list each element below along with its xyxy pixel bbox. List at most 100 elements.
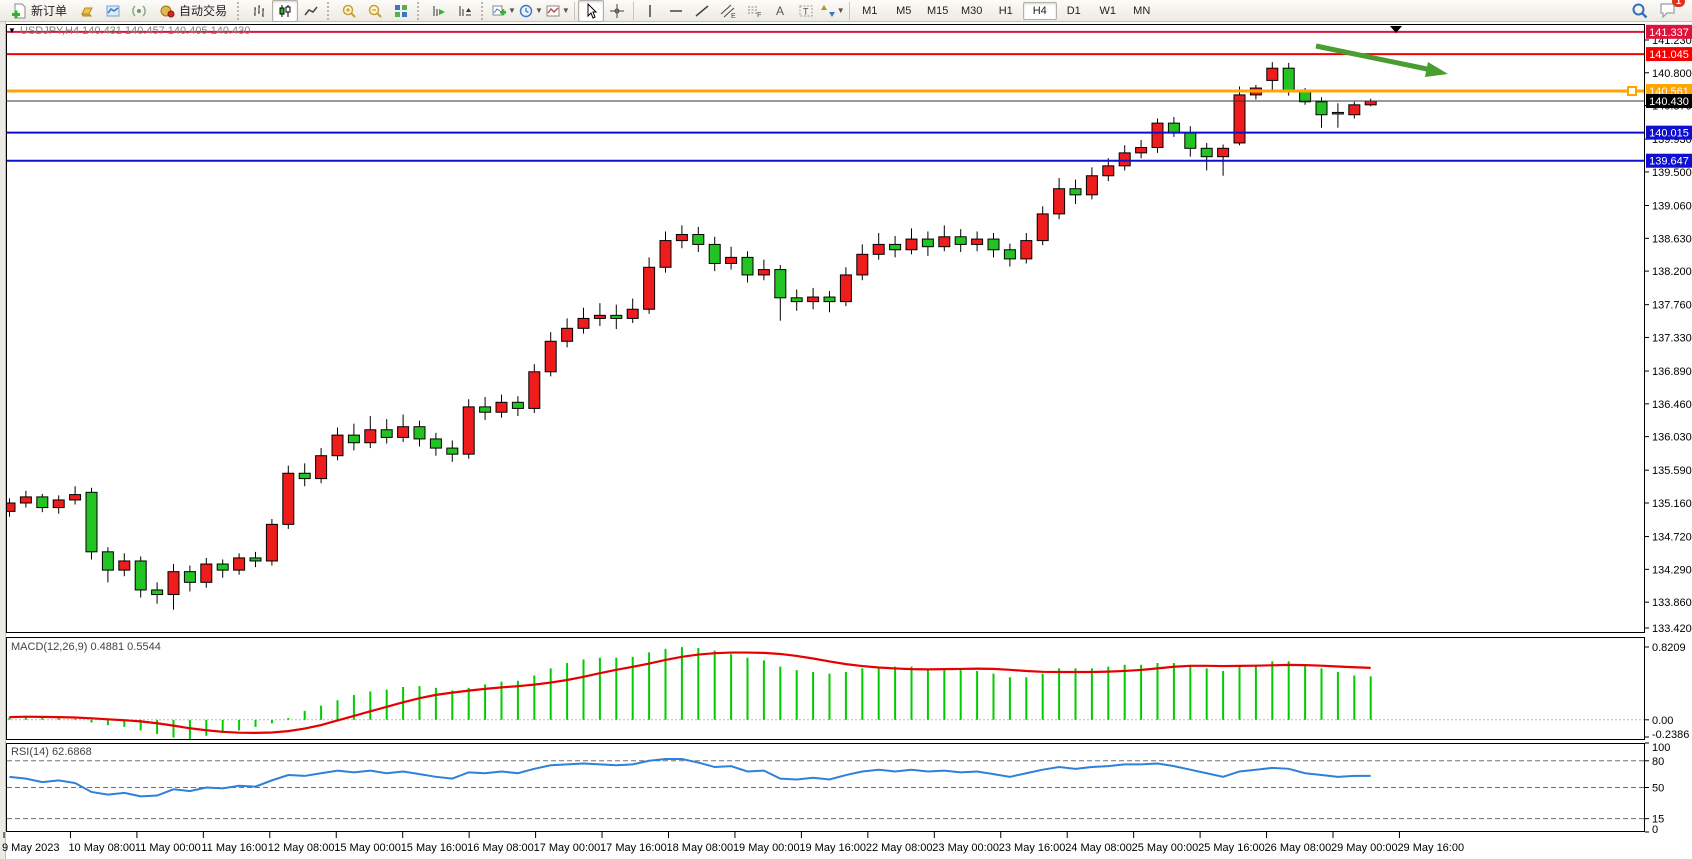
svg-text:E: E [731,13,736,19]
cursor-icon [583,3,599,19]
trendline-button[interactable] [689,0,715,22]
price-tick-label: 137.330 [1652,332,1692,344]
toolbar-grip [237,2,243,20]
time-axis-label: 23 May 00:00 [932,842,999,854]
signal-button[interactable] [126,0,152,22]
candlestick-chart-button[interactable] [272,0,298,22]
time-axis-label: 10 May 08:00 [68,842,135,854]
market-window-icon [105,3,121,19]
price-tick-label: 138.200 [1652,266,1692,278]
timeframe-h1[interactable]: H1 [989,2,1023,20]
timeframe-h4[interactable]: H4 [1023,2,1057,20]
new-order-icon [11,3,27,19]
chat-button[interactable]: 1 [1659,1,1678,21]
rsi-axis-label: 50 [1652,783,1664,795]
time-axis-label: 16 May 08:00 [467,842,534,854]
zoom-in-button[interactable] [336,0,362,22]
text-button[interactable]: A [767,0,793,22]
auto-scroll-button[interactable] [426,0,452,22]
timeframe-w1[interactable]: W1 [1091,2,1125,20]
macd-axis-label: -0.2386 [1652,729,1689,741]
time-axis-label: 17 May 16:00 [600,842,667,854]
price-badge-label: 140.430 [1649,96,1689,108]
line-chart-button[interactable] [298,0,324,22]
arrows-icon [820,3,836,19]
time-axis-label: 26 May 08:00 [1265,842,1332,854]
tile-windows-button[interactable] [388,0,414,22]
price-badge-label: 141.045 [1649,49,1689,61]
price-tick-label: 137.760 [1652,300,1692,312]
chart-title: USDJPY,H4 140.431 140.457 140.405 140.43… [20,25,250,37]
autotrading-label: 自动交易 [179,2,227,19]
macd-indicator-label: MACD(12,26,9) 0.4881 0.5544 [11,641,161,653]
equidistant-channel-button[interactable]: E [715,0,741,22]
zoom-in-icon [341,3,357,19]
time-axis-label: 22 May 08:00 [866,842,933,854]
toolbar-separator [574,2,575,20]
cursor-button[interactable] [578,0,604,22]
vertical-line-button[interactable] [637,0,663,22]
indicators-button[interactable]: ▼ [490,0,517,22]
price-badge-label: 140.015 [1649,128,1689,140]
crosshair-button[interactable] [604,0,630,22]
text-icon: A [772,3,788,19]
toolbar-grip [327,2,333,20]
search-icon[interactable] [1631,2,1649,20]
macd-axis-label: 0.8209 [1652,642,1686,654]
trend-arrow[interactable] [1316,46,1427,69]
bar-chart-button[interactable] [246,0,272,22]
periods-button[interactable]: ▼ [517,0,544,22]
rsi-axis-label: 80 [1652,756,1664,768]
price-tick-label: 135.590 [1652,465,1692,477]
svg-text:F: F [757,12,761,19]
time-axis-label: 18 May 08:00 [667,842,734,854]
timeframe-mn[interactable]: MN [1125,2,1159,20]
trendline-icon [694,3,710,19]
templates-icon [545,3,561,19]
fibonacci-button[interactable]: F [741,0,767,22]
chart-title-caret-icon[interactable]: ▼ [8,26,16,35]
gold-bar-button[interactable] [74,0,100,22]
periods-clock-icon [518,3,534,19]
chevron-down-icon: ▼ [535,6,543,15]
autotrading-button[interactable]: 自动交易 [152,0,234,22]
timeframe-m30[interactable]: M30 [955,2,989,20]
price-tick-label: 138.630 [1652,233,1692,245]
chart-shift-button[interactable] [452,0,478,22]
market-window-button[interactable] [100,0,126,22]
time-axis-label: 25 May 16:00 [1198,842,1265,854]
text-label-icon: T [798,3,814,19]
price-tick-label: 139.060 [1652,201,1692,213]
timeframe-m15[interactable]: M15 [921,2,955,20]
price-badge-label: 141.337 [1649,27,1689,39]
vertical-line-icon [642,3,658,19]
price-tick-label: 135.160 [1652,498,1692,510]
price-tick-label: 140.800 [1652,68,1692,80]
toolbar-grip [481,2,487,20]
toolbar-separator [849,2,850,20]
time-axis-label: 15 May 00:00 [334,842,401,854]
time-axis-label: 19 May 00:00 [733,842,800,854]
timeframe-d1[interactable]: D1 [1057,2,1091,20]
svg-text:T: T [803,6,809,16]
arrows-button[interactable]: ▼ [819,0,846,22]
timeframe-m5[interactable]: M5 [887,2,921,20]
horizontal-line-button[interactable] [663,0,689,22]
time-axis-label: 19 May 16:00 [799,842,866,854]
templates-button[interactable]: ▼ [544,0,571,22]
time-axis-label: 11 May 00:00 [135,842,201,854]
time-axis-label: 9 May 2023 [2,842,59,854]
price-badge-label: 139.647 [1649,156,1689,168]
price-tick-label: 136.460 [1652,399,1692,411]
time-axis-label: 23 May 16:00 [999,842,1066,854]
trend-arrow-head[interactable] [1425,62,1448,77]
timeframe-m1[interactable]: M1 [853,2,887,20]
line-handle[interactable] [1628,87,1636,95]
time-axis-label: 25 May 00:00 [1132,842,1199,854]
rsi-indicator-label: RSI(14) 62.6868 [11,746,92,758]
chart-canvas[interactable]: 141.230140.800140.370139.930139.500139.0… [0,0,1692,859]
zoom-out-button[interactable] [362,0,388,22]
new-order-button[interactable]: 新订单 [4,0,74,22]
time-axis-label: 29 May 16:00 [1397,842,1464,854]
text-label-button[interactable]: T [793,0,819,22]
